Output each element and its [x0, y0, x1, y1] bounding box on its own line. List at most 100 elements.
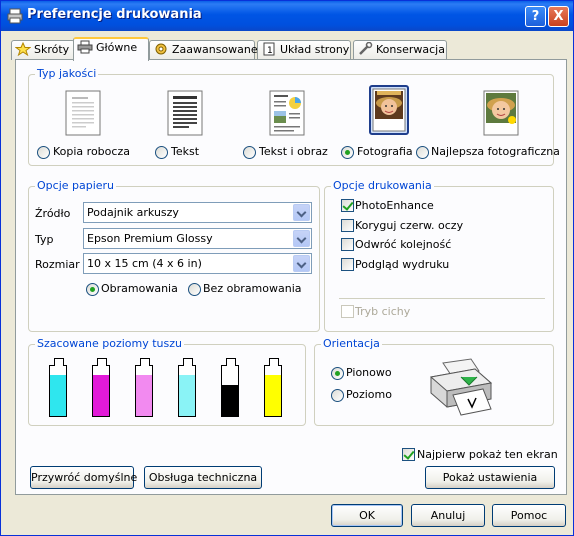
- orientation-group: Orientacja Pionowo Poziomo: [314, 337, 554, 426]
- print-preview-checkbox[interactable]: [341, 258, 354, 271]
- printer-icon: [7, 8, 23, 24]
- show-first-label[interactable]: Najpierw pokaż ten ekran: [417, 448, 558, 461]
- ink-cartridge-yellow: [264, 358, 282, 417]
- borderless-radio[interactable]: [188, 283, 201, 296]
- text-image-doc-icon: [269, 90, 305, 136]
- ink-cartridge-cyan: [49, 358, 67, 417]
- ink-cartridge-light-magenta: [135, 358, 153, 417]
- source-label: Źródło: [35, 207, 71, 220]
- show-settings-button[interactable]: Pokaż ustawienia: [425, 466, 555, 489]
- paper-size-select[interactable]: 10 x 15 cm (4 x 6 in): [83, 253, 312, 274]
- tab-main-label: Główne: [96, 41, 138, 54]
- technical-support-button[interactable]: Obsługa techniczna: [144, 466, 262, 489]
- advanced-icon: [155, 43, 167, 55]
- tab-main[interactable]: Główne: [73, 37, 149, 61]
- photoenhance-checkbox[interactable]: [341, 199, 354, 212]
- show-first-checkbox[interactable]: [402, 448, 415, 461]
- star-icon: [15, 42, 31, 56]
- ink-fill-yellow: [265, 375, 281, 416]
- main-tab-panel: Typ jakości Kopia robocza Tekst Tekst i …: [15, 59, 567, 495]
- photoenhance-label[interactable]: PhotoEnhance: [355, 199, 434, 212]
- cancel-button[interactable]: Anuluj: [411, 504, 485, 527]
- quality-draft-radio[interactable]: [37, 146, 50, 159]
- ink-cartridge-light-cyan: [178, 358, 196, 417]
- ink-levels-title: Szacowane poziomy tuszu: [35, 337, 185, 350]
- quality-text-image-label[interactable]: Tekst i obraz: [259, 145, 328, 158]
- paper-options-group: Opcje papieru Źródło Podajnik arkuszy Ty…: [28, 179, 320, 332]
- draft-doc-icon: [65, 90, 101, 136]
- red-eye-label[interactable]: Koryguj czerw. oczy: [355, 219, 463, 232]
- ok-button[interactable]: OK: [331, 504, 403, 527]
- size-label: Rozmiar: [35, 258, 80, 271]
- type-label: Typ: [35, 233, 54, 246]
- quality-group: Typ jakości Kopia robocza Tekst Tekst i …: [28, 67, 560, 166]
- borderless-label[interactable]: Bez obramowania: [203, 282, 302, 295]
- text-doc-icon: [167, 90, 203, 136]
- tab-shortcuts[interactable]: Skróty: [11, 40, 75, 60]
- paper-type-select[interactable]: Epson Premium Glossy: [83, 228, 312, 249]
- svg-text:1: 1: [267, 46, 273, 56]
- tab-advanced[interactable]: Zaawansowane: [149, 40, 258, 60]
- print-options-title: Opcje drukowania: [331, 179, 434, 192]
- chevron-down-icon[interactable]: [293, 204, 310, 221]
- ink-fill-magenta: [93, 375, 109, 416]
- print-options-group: Opcje drukowania PhotoEnhance Koryguj cz…: [324, 179, 554, 332]
- orientation-title: Orientacja: [321, 337, 382, 350]
- quality-photo-radio[interactable]: [341, 146, 354, 159]
- red-eye-checkbox[interactable]: [341, 219, 354, 232]
- restore-defaults-button[interactable]: Przywróć domyślne: [30, 466, 137, 489]
- print-preferences-window: Preferencje drukowania ? X Skróty Główne…: [0, 0, 574, 536]
- ink-fill-black: [222, 385, 238, 416]
- ink-levels-group: Szacowane poziomy tuszu: [28, 337, 306, 426]
- tab-page-layout-label: Układ strony: [280, 43, 350, 56]
- ink-fill-light-cyan: [179, 375, 195, 416]
- border-label[interactable]: Obramowania: [101, 282, 178, 295]
- photo-icon: [372, 88, 406, 132]
- best-photo-icon: [483, 90, 519, 136]
- paper-type-value: Epson Premium Glossy: [87, 232, 213, 245]
- help-button[interactable]: Pomoc: [492, 504, 566, 527]
- chevron-down-icon[interactable]: [293, 255, 310, 272]
- close-title-button[interactable]: X: [548, 6, 569, 27]
- quality-best-photo-label[interactable]: Najlepsza fotograficzna: [431, 145, 560, 158]
- printer-tab-icon: [77, 40, 93, 54]
- chevron-down-icon[interactable]: [293, 230, 310, 247]
- tab-advanced-label: Zaawansowane: [172, 43, 258, 56]
- quality-text-image-radio[interactable]: [243, 146, 256, 159]
- ink-cartridge-magenta: [92, 358, 110, 417]
- quality-photo-label[interactable]: Fotografia: [357, 145, 413, 158]
- tab-shortcuts-label: Skróty: [34, 43, 70, 56]
- print-preview-label[interactable]: Podgląd wydruku: [355, 258, 449, 271]
- quality-group-title: Typ jakości: [35, 67, 99, 80]
- portrait-radio[interactable]: [331, 367, 344, 380]
- help-title-button[interactable]: ?: [525, 6, 546, 27]
- window-title: Preferencje drukowania: [27, 7, 202, 22]
- ink-cartridge-black: [221, 358, 239, 417]
- landscape-label[interactable]: Poziomo: [346, 388, 392, 401]
- ink-fill-light-magenta: [136, 375, 152, 416]
- reverse-order-label[interactable]: Odwróć kolejność: [355, 238, 451, 251]
- source-select[interactable]: Podajnik arkuszy: [83, 202, 312, 223]
- paper-options-title: Opcje papieru: [35, 179, 117, 192]
- page-icon: 1: [263, 42, 275, 56]
- source-value: Podajnik arkuszy: [87, 206, 179, 219]
- printer-orientation-icon: [429, 358, 493, 416]
- quiet-mode-label[interactable]: Tryb cichy: [355, 305, 410, 318]
- paper-size-value: 10 x 15 cm (4 x 6 in): [87, 257, 202, 270]
- tab-page-layout[interactable]: 1 Układ strony: [257, 40, 351, 60]
- tab-maintenance-label: Konserwacja: [376, 43, 445, 56]
- landscape-radio[interactable]: [331, 389, 344, 402]
- wrench-icon: [359, 42, 373, 55]
- border-radio[interactable]: [86, 283, 99, 296]
- quiet-mode-checkbox[interactable]: [341, 305, 354, 318]
- reverse-order-checkbox[interactable]: [341, 238, 354, 251]
- title-bar[interactable]: Preferencje drukowania ? X: [1, 1, 573, 31]
- quality-text-label[interactable]: Tekst: [171, 145, 199, 158]
- quality-draft-label[interactable]: Kopia robocza: [53, 145, 130, 158]
- ink-fill-cyan: [50, 375, 66, 416]
- quality-best-photo-radio[interactable]: [416, 146, 429, 159]
- portrait-label[interactable]: Pionowo: [346, 366, 392, 379]
- quality-text-radio[interactable]: [155, 146, 168, 159]
- print-options-divider: [339, 298, 545, 299]
- tab-maintenance[interactable]: Konserwacja: [353, 40, 447, 60]
